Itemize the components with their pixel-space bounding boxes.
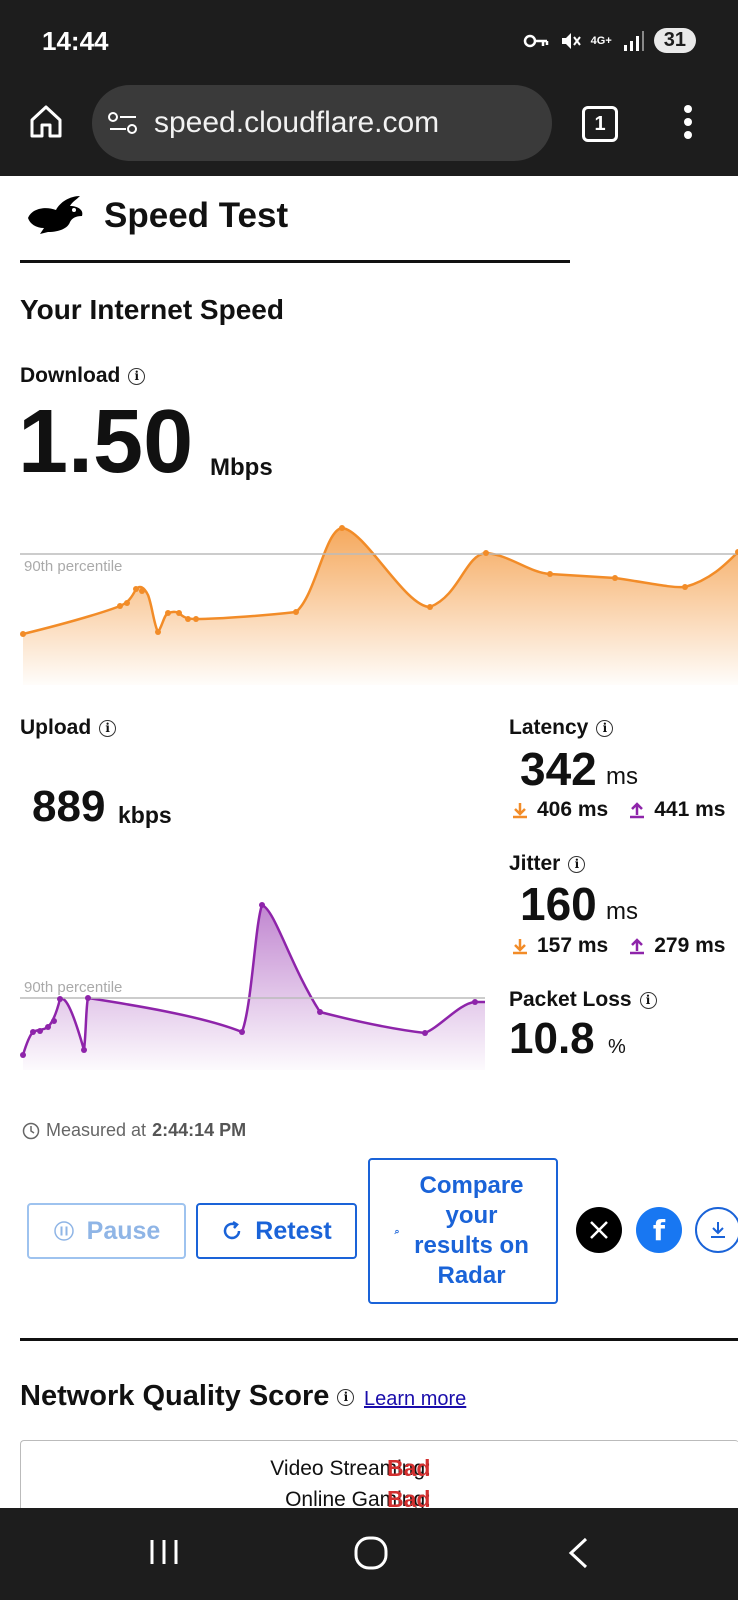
latency-value: 342: [520, 743, 597, 795]
packet-loss-label: Packet Loss i: [509, 988, 657, 1012]
download-arrow-icon: [513, 939, 527, 955]
pause-icon: [53, 1221, 74, 1241]
measured-at: Measured at 2:44:14 PM: [22, 1120, 246, 1141]
pause-button[interactable]: Pause: [27, 1203, 186, 1259]
download-label: Download i: [20, 364, 146, 388]
jitter-unit: ms: [606, 898, 638, 925]
battery-indicator: 31: [653, 28, 696, 53]
latency-label: Latency i: [509, 716, 614, 740]
address-bar[interactable]: speed.cloudflare.com: [92, 85, 552, 161]
mute-icon: [561, 32, 581, 49]
clock-icon: [22, 1122, 40, 1139]
tab-switcher-button[interactable]: 1: [582, 106, 618, 142]
download-unit: Mbps: [210, 454, 273, 481]
jitter-value: 160: [520, 878, 597, 930]
jitter-label: Jitter i: [509, 852, 586, 876]
jitter-breakdown: 157 ms 279 ms: [511, 934, 725, 958]
home-icon[interactable]: [28, 103, 64, 139]
signal-icon: [623, 30, 644, 51]
vpn-key-icon: [523, 34, 548, 47]
download-percentile-label: 90th percentile: [24, 558, 122, 575]
retest-button[interactable]: Retest: [196, 1203, 357, 1259]
download-results-button[interactable]: [695, 1207, 738, 1253]
download-chart: 90th percentile: [20, 525, 738, 685]
rabbit-logo-icon: [28, 196, 83, 234]
info-icon[interactable]: i: [128, 367, 146, 385]
recents-icon[interactable]: [148, 1536, 180, 1568]
network-type: 4G+: [590, 34, 612, 47]
upload-arrow-icon: [630, 802, 645, 819]
back-icon[interactable]: [566, 1536, 590, 1570]
latency-unit: ms: [606, 763, 638, 790]
x-logo-icon: [590, 1221, 608, 1239]
quality-row-value: Bad: [387, 1455, 431, 1481]
info-icon[interactable]: i: [568, 855, 586, 873]
share-x-button[interactable]: [576, 1207, 622, 1253]
header-divider: [20, 260, 570, 263]
latency-breakdown: 406 ms 441 ms: [511, 798, 725, 822]
site-settings-icon[interactable]: [108, 111, 138, 135]
upload-percentile-label: 90th percentile: [24, 979, 122, 996]
download-area: [23, 528, 738, 685]
packet-loss-value: 10.8: [509, 1014, 595, 1063]
upload-chart: 90th percentile: [20, 902, 485, 1070]
status-icons: 4G+ 31: [523, 28, 696, 53]
download-icon: [711, 1222, 725, 1238]
radar-icon: ⌕: [394, 1226, 400, 1236]
url-text: speed.cloudflare.com: [154, 106, 440, 139]
section-divider: [20, 1338, 738, 1341]
info-icon[interactable]: i: [639, 991, 657, 1009]
more-vert-icon[interactable]: [682, 104, 694, 140]
upload-value: 889: [32, 782, 106, 831]
info-icon[interactable]: i: [99, 719, 117, 737]
download-value: 1.50: [18, 392, 194, 492]
refresh-icon: [224, 1220, 241, 1240]
page-title: Speed Test: [104, 196, 289, 235]
download-arrow-icon: [513, 803, 527, 819]
packet-loss-unit: %: [608, 1036, 626, 1058]
learn-more-link[interactable]: Learn more: [364, 1388, 466, 1411]
facebook-icon: f: [652, 1213, 666, 1247]
upload-arrow-icon: [630, 938, 645, 955]
status-bar: 14:44 4G+ 31: [0, 0, 738, 80]
info-icon[interactable]: i: [596, 719, 614, 737]
quality-title: Network Quality Score i: [20, 1380, 355, 1413]
system-nav-bar: [0, 1508, 738, 1600]
section-title: Your Internet Speed: [20, 294, 284, 325]
quality-row-label: Video Streaming:: [270, 1457, 431, 1480]
info-icon[interactable]: i: [337, 1388, 355, 1406]
upload-unit: kbps: [118, 802, 172, 828]
upload-label: Upload i: [20, 716, 117, 740]
share-facebook-button[interactable]: f: [636, 1207, 682, 1253]
home-nav-icon[interactable]: [354, 1536, 388, 1570]
compare-radar-button[interactable]: ⌕ Compare your results on Radar: [368, 1158, 558, 1304]
status-time: 14:44: [42, 26, 109, 56]
